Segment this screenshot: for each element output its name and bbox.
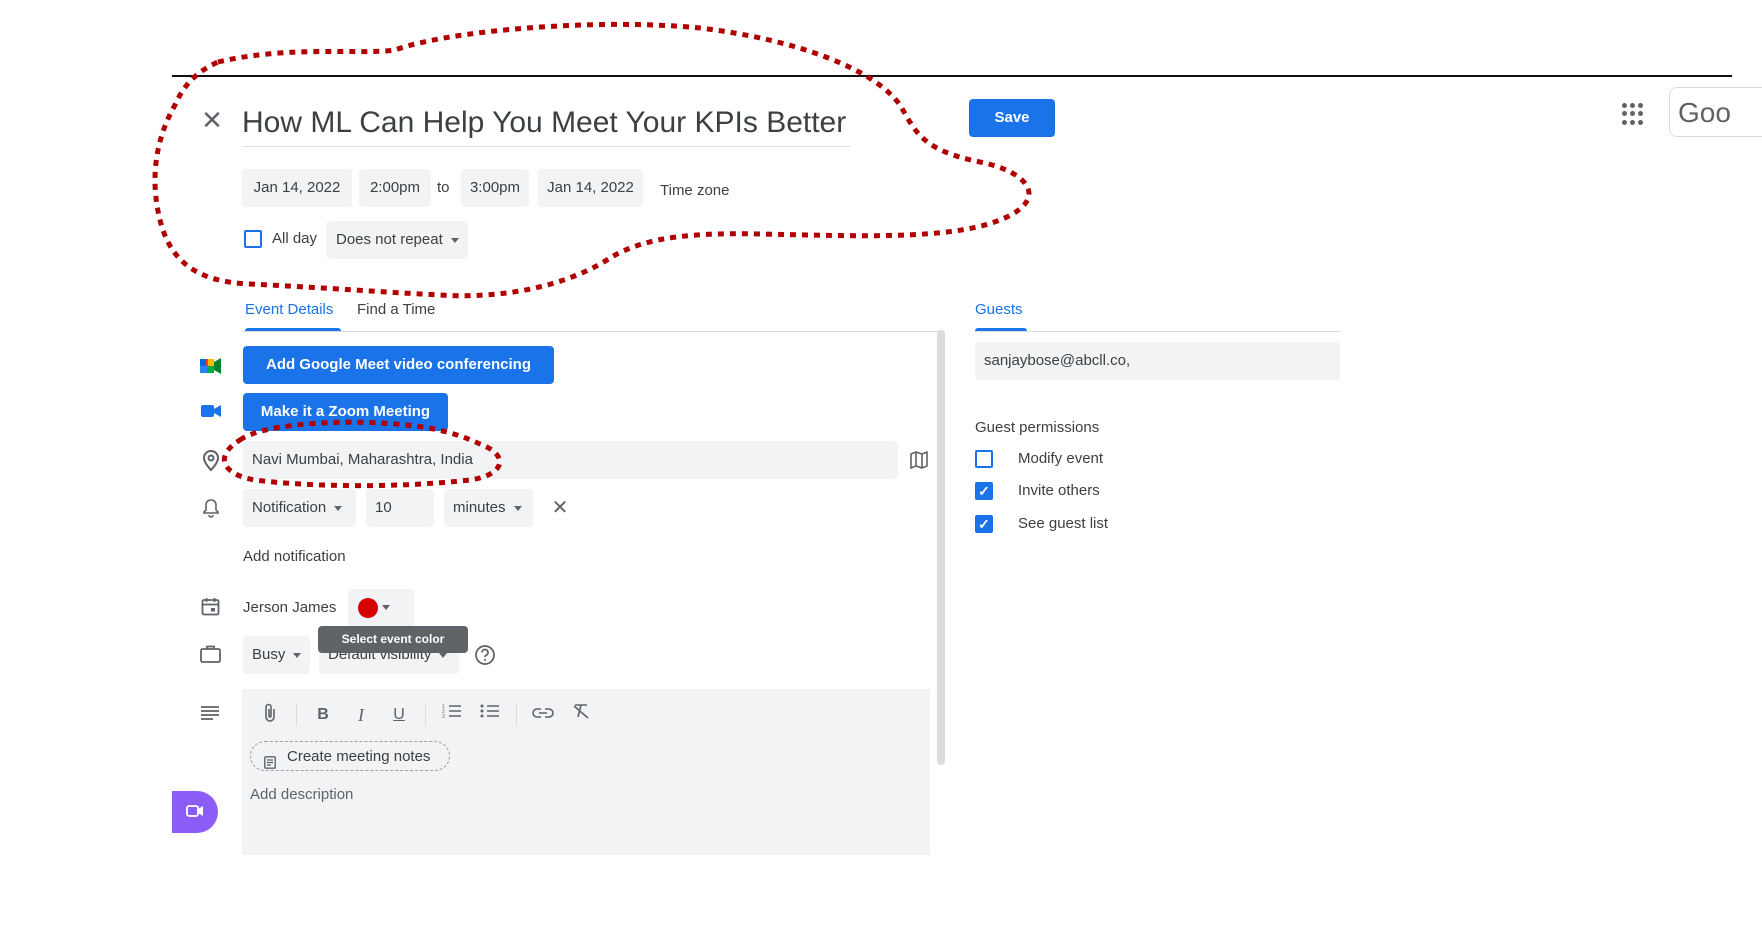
save-button[interactable]: Save [969,99,1055,137]
add-notification-link[interactable]: Add notification [243,538,346,576]
map-icon[interactable] [910,450,928,470]
description-placeholder[interactable]: Add description [250,776,353,814]
remove-notification-icon[interactable]: ✕ [549,496,571,520]
notification-unit-dropdown[interactable]: minutes [444,489,533,527]
bell-icon [203,498,219,518]
time-zone-link[interactable]: Time zone [660,172,729,210]
bulleted-list-icon[interactable] [478,703,502,727]
calendar-owner-name: Jerson James [243,599,337,616]
chevron-down-icon [293,652,302,658]
location-input[interactable]: Navi Mumbai, Maharashtra, India [243,441,898,479]
start-time-chip[interactable]: 2:00pm [359,169,431,207]
notification-unit-value: minutes [453,499,506,516]
clear-formatting-icon[interactable] [569,703,593,727]
bold-icon[interactable]: B [311,703,335,727]
apps-grid-icon[interactable] [1622,103,1644,125]
toolbar-separator [425,704,426,726]
chevron-down-icon [513,505,522,511]
formatting-toolbar: B I U 123 [258,703,593,727]
modify-event-label: Modify event [1018,450,1104,467]
toolbar-separator [516,704,517,726]
chevron-down-icon [450,237,459,243]
tab-event-details[interactable]: Event Details [245,298,333,322]
availability-value: Busy [252,646,286,663]
availability-dropdown[interactable]: Busy [243,636,310,674]
notes-doc-icon [264,750,276,769]
event-color-swatch [358,598,378,618]
end-date-chip[interactable]: Jan 14, 2022 [538,169,643,207]
add-google-meet-button[interactable]: Add Google Meet video conferencing [243,346,554,384]
invite-others-label: Invite others [1018,482,1100,499]
calendar-icon [201,597,220,616]
to-label: to [437,179,450,196]
google-account-partial[interactable]: Goo [1669,87,1762,137]
chevron-down-icon [439,652,448,658]
top-divider [172,75,1732,77]
toolbar-separator [296,704,297,726]
numbered-list-icon[interactable]: 123 [440,703,464,727]
notification-type-dropdown[interactable]: Notification [243,489,356,527]
end-time-chip[interactable]: 3:00pm [461,169,529,207]
see-guest-list-label: See guest list [1018,515,1109,532]
briefcase-icon [200,645,221,663]
create-meeting-notes-button[interactable]: Create meeting notes [250,741,450,771]
chevron-down-icon [382,605,390,610]
zoom-meeting-button[interactable]: Make it a Zoom Meeting [243,393,448,431]
svg-text:3: 3 [442,714,445,719]
guest-permissions-title: Guest permissions [975,419,1100,436]
start-date-chip[interactable]: Jan 14, 2022 [242,169,352,207]
tabs-divider [242,331,940,332]
google-meet-icon [200,357,222,375]
event-color-picker[interactable] [348,589,414,627]
chevron-down-icon [334,505,343,511]
tab-find-a-time[interactable]: Find a Time [357,298,435,322]
italic-icon[interactable]: I [349,703,373,727]
attachment-icon[interactable] [258,703,282,727]
all-day-checkbox[interactable] [244,230,262,248]
help-icon[interactable] [474,644,496,666]
invite-others-checkbox[interactable]: ✓ [975,482,993,500]
description-lines-icon [201,706,219,720]
create-meeting-notes-label: Create meeting notes [287,748,431,765]
repeat-dropdown[interactable]: Does not repeat [326,221,468,259]
tab-guests[interactable]: Guests [975,298,1023,322]
modify-event-checkbox[interactable] [975,450,993,468]
location-pin-icon [202,449,220,472]
see-guest-list-checkbox[interactable]: ✓ [975,515,993,533]
zoom-video-icon [201,404,221,418]
underline-icon[interactable]: U [387,703,411,727]
guest-email-input[interactable]: sanjaybose@abcll.co, [975,342,1340,380]
guests-divider [975,331,1340,332]
video-call-fab[interactable] [172,791,218,833]
repeat-value: Does not repeat [336,231,443,248]
close-icon[interactable]: ✕ [198,106,226,134]
notification-amount-input[interactable]: 10 [366,489,434,527]
details-scrollbar[interactable] [937,330,945,765]
event-title-input[interactable]: How ML Can Help You Meet Your KPIs Bette… [242,100,850,147]
all-day-label: All day [272,230,318,247]
notification-type-value: Notification [252,499,327,516]
event-color-tooltip: Select event color [318,626,468,653]
link-icon[interactable] [531,703,555,727]
